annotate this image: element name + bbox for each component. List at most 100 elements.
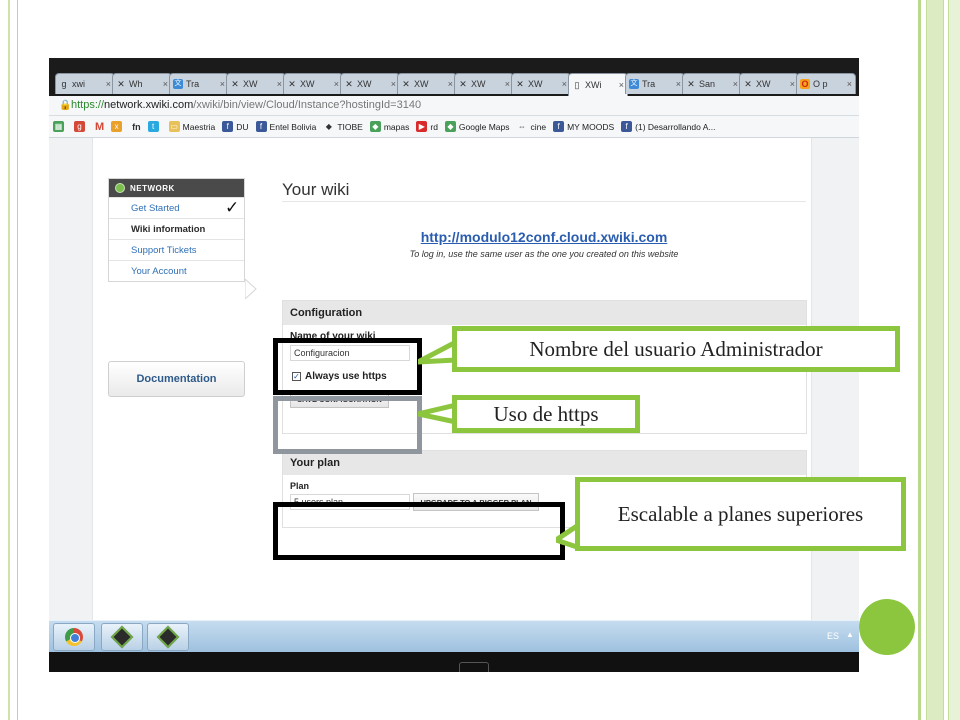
xwiki-icon: ✕ xyxy=(117,79,125,89)
tab-label: XW xyxy=(414,79,429,89)
translate-icon: 文 xyxy=(173,79,183,89)
bookmark-item[interactable]: ▶ rd xyxy=(416,121,438,132)
tab-label: xwi xyxy=(72,79,85,89)
lock-icon: 🔒 xyxy=(59,100,72,111)
tab-label: XW xyxy=(357,79,372,89)
bookmark-item[interactable]: f Entel Bolivia xyxy=(255,121,316,132)
bookmark-label: TIOBE xyxy=(337,121,363,132)
tab-label: XW xyxy=(528,79,543,89)
tray-up-arrow-icon[interactable]: ▲ xyxy=(846,630,854,639)
gmail-icon[interactable]: M xyxy=(95,121,104,133)
twitter-icon[interactable]: t xyxy=(147,121,162,132)
facebook-icon: f xyxy=(553,121,565,132)
bookmark-item[interactable]: f (1) Desarrollando A... xyxy=(621,121,715,132)
callout-admin-user: Nombre del usuario Administrador xyxy=(452,326,900,372)
close-tab-icon[interactable]: × xyxy=(391,79,396,89)
google-plus-icon[interactable]: g xyxy=(74,121,88,132)
bookmark-item[interactable]: ▭ Maestria xyxy=(168,121,216,132)
browser-tab[interactable]: ✕ XW × xyxy=(283,73,343,94)
address-bar[interactable]: 🔒 https://network.xwiki.com/xwiki/bin/vi… xyxy=(49,96,859,116)
bookmark-item[interactable]: ◆ TIOBE xyxy=(323,121,363,132)
bookmark-item[interactable]: f MY MOODS xyxy=(553,121,614,132)
url-text[interactable]: https://network.xwiki.com/xwiki/bin/view… xyxy=(71,99,421,111)
app-icon xyxy=(156,625,180,649)
highlight-plan xyxy=(273,502,565,560)
bookmark-label: cine xyxy=(530,121,547,132)
xwiki-icon: ✕ xyxy=(288,79,296,89)
bottom-bezel xyxy=(49,652,859,672)
page-icon: ▯ xyxy=(574,80,580,90)
close-tab-icon[interactable]: × xyxy=(733,79,738,89)
close-tab-icon[interactable]: × xyxy=(847,79,852,89)
bookmark-item[interactable]: ◆ mapas xyxy=(369,121,410,132)
bookmark-item[interactable]: ⇔ cine xyxy=(516,121,546,132)
nav-item-support-tickets[interactable]: Support Tickets xyxy=(109,239,244,260)
language-indicator[interactable]: ES xyxy=(827,631,839,641)
opera-icon: O xyxy=(800,79,810,89)
wiki-url-link[interactable]: http://modulo12conf.cloud.xwiki.com xyxy=(282,229,806,245)
browser-tab[interactable]: ✕ XW × xyxy=(739,73,799,94)
taskbar-chrome-button[interactable] xyxy=(53,623,95,651)
close-tab-icon[interactable]: × xyxy=(676,79,681,89)
close-tab-icon[interactable]: × xyxy=(619,80,624,90)
nav-item-wiki-information[interactable]: Wiki information xyxy=(109,218,244,239)
close-tab-icon[interactable]: × xyxy=(505,79,510,89)
callout-scalable: Escalable a planes superiores xyxy=(575,477,906,551)
bookmark-label: Maestria xyxy=(182,121,216,132)
bookmark-label: mapas xyxy=(383,121,410,132)
documentation-button[interactable]: Documentation xyxy=(108,361,245,397)
fn-icon[interactable]: fn xyxy=(132,122,141,132)
network-nav: Network Get Started Wiki information Sup… xyxy=(108,178,245,282)
nav-current-pointer-icon xyxy=(245,279,257,299)
close-tab-icon[interactable]: × xyxy=(163,79,168,89)
xwiki-icon: ✕ xyxy=(744,79,752,89)
browser-tab[interactable]: ✕ XW × xyxy=(511,73,571,94)
folder-icon: ▭ xyxy=(168,121,180,132)
browser-tab[interactable]: 文 Tra × xyxy=(169,73,229,94)
close-tab-icon[interactable]: × xyxy=(106,79,111,89)
close-tab-icon[interactable]: × xyxy=(790,79,795,89)
browser-tab[interactable]: g xwi × xyxy=(55,73,115,94)
youtube-icon: ▶ xyxy=(416,121,428,132)
nav-item-get-started[interactable]: Get Started xyxy=(109,197,244,218)
browser-tab[interactable]: ✕ Wh × xyxy=(112,73,172,94)
close-tab-icon[interactable]: × xyxy=(334,79,339,89)
browser-tab[interactable]: OO p × xyxy=(796,73,856,94)
facebook-icon: f xyxy=(222,121,234,132)
close-tab-icon[interactable]: × xyxy=(562,79,567,89)
browser-tab[interactable]: ✕ XW × xyxy=(340,73,400,94)
check-mark-icon: ✓ xyxy=(225,198,240,217)
bookmark-label: rd xyxy=(430,121,438,132)
app-icon xyxy=(110,625,134,649)
slide-green-dot xyxy=(859,599,915,655)
bookmark-label: (1) Desarrollando A... xyxy=(635,121,716,132)
tab-bar: g xwi × ✕ Wh × 文 Tra × ✕ XW × ✕ XW × ✕ XW × ✕ XW × ✕ XW × ✕ XW × ▯ X… xyxy=(49,58,859,96)
browser-tab[interactable]: 文 Tra × xyxy=(625,73,685,94)
tab-label: O p xyxy=(813,79,828,89)
xwiki-icon: ✕ xyxy=(687,79,695,89)
close-tab-icon[interactable]: × xyxy=(448,79,453,89)
close-tab-icon[interactable]: × xyxy=(277,79,282,89)
bookmarks-bar: ▦ g M x fn t ▭ Maestria f DU f Entel Bolivia ◆… xyxy=(49,116,859,138)
tab-label: XWi xyxy=(585,80,602,90)
apps-icon[interactable]: ▦ xyxy=(53,121,67,132)
xwiki-bookmark-icon[interactable]: x xyxy=(111,121,125,132)
callout-https: Uso de https xyxy=(452,395,640,433)
browser-tab[interactable]: ✕ XW × xyxy=(454,73,514,94)
title-divider xyxy=(282,201,806,202)
bookmark-label: Google Maps xyxy=(458,121,510,132)
xwiki-icon: ✕ xyxy=(231,79,239,89)
browser-tab[interactable]: ✕ XW × xyxy=(397,73,457,94)
nav-item-your-account[interactable]: Your Account xyxy=(109,260,244,281)
browser-tab[interactable]: ✕ San × xyxy=(682,73,742,94)
taskbar-app-button-1[interactable] xyxy=(101,623,143,651)
bookmark-item[interactable]: f DU xyxy=(222,121,249,132)
bookmark-item[interactable]: ◆ Google Maps xyxy=(444,121,510,132)
close-tab-icon[interactable]: × xyxy=(220,79,225,89)
browser-tab[interactable]: ▯ XWi × xyxy=(568,73,628,96)
browser-tab[interactable]: ✕ XW × xyxy=(226,73,286,94)
plan-label: Plan xyxy=(290,481,310,491)
tab-label: Tra xyxy=(642,79,656,89)
taskbar-app-button-2[interactable] xyxy=(147,623,189,651)
google-icon: g xyxy=(61,79,67,89)
